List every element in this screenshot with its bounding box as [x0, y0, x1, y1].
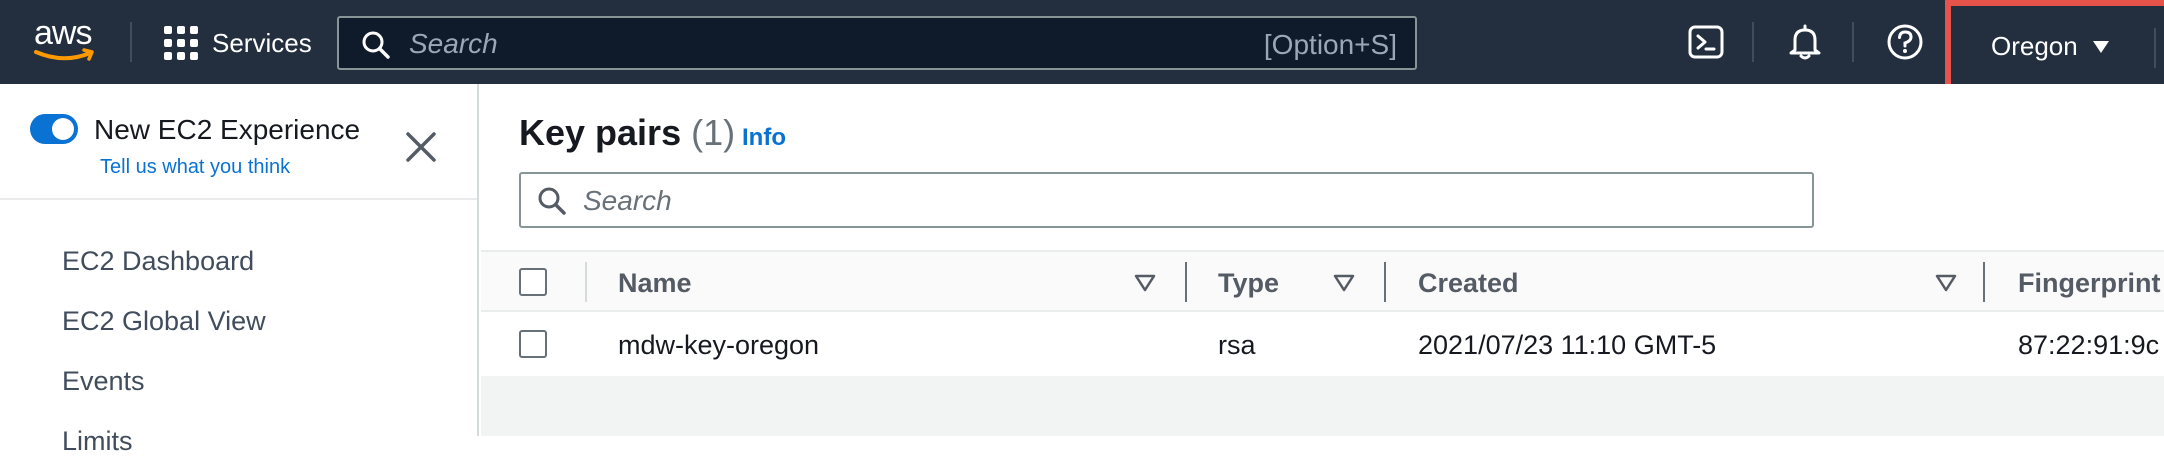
bell-icon[interactable] [1785, 22, 1825, 62]
cell-type: rsa [1218, 330, 1256, 360]
nav-divider [1852, 22, 1854, 62]
region-label: Oregon [1991, 31, 2078, 61]
item-count: (1) [691, 112, 736, 153]
key-pairs-filter-input[interactable] [583, 184, 1783, 218]
sort-down-icon[interactable] [1134, 274, 1156, 292]
sidebar-item-ec2-dashboard[interactable]: EC2 Dashboard [62, 246, 254, 277]
services-menu-button[interactable]: Services [164, 26, 312, 60]
page-title: Key pairs (1) [519, 112, 735, 154]
column-divider [1384, 262, 1386, 302]
global-search-input[interactable] [409, 26, 1229, 62]
services-label: Services [212, 27, 312, 58]
aws-logo[interactable]: aws [34, 16, 98, 66]
table-row[interactable]: mdw-key-oregon rsa 2021/07/23 11:10 GMT-… [481, 314, 2164, 376]
aws-smile-icon [34, 48, 94, 61]
sidebar-item-ec2-global-view[interactable]: EC2 Global View [62, 306, 266, 337]
caret-down-icon [2092, 40, 2109, 53]
select-all-checkbox[interactable] [519, 268, 547, 296]
close-icon[interactable] [404, 130, 438, 164]
column-header-name[interactable]: Name [618, 268, 692, 299]
global-search-box[interactable]: [Option+S] [337, 16, 1417, 70]
aws-logo-text: aws [34, 14, 92, 52]
nav-divider [130, 22, 132, 62]
column-divider [1185, 262, 1187, 302]
nav-divider [2154, 28, 2156, 68]
sort-down-icon[interactable] [1333, 274, 1355, 292]
key-pairs-filter-box[interactable] [519, 172, 1814, 228]
region-highlight-box: Oregon [1945, 0, 2164, 94]
top-navigation-bar: aws Services [Option+S] [0, 0, 2164, 94]
region-selector-button[interactable]: Oregon [1991, 31, 2110, 62]
cell-fingerprint: 87:22:91:9c [2018, 330, 2160, 360]
search-icon [362, 31, 390, 59]
search-icon [538, 187, 566, 215]
cell-created: 2021/07/23 11:10 GMT-5 [1418, 330, 1717, 360]
page-title-text: Key pairs [519, 112, 682, 153]
grid-icon [164, 26, 198, 60]
help-icon[interactable] [1885, 22, 1925, 62]
column-header-fingerprint[interactable]: Fingerprint [2018, 268, 2161, 299]
feedback-link[interactable]: Tell us what you think [100, 156, 290, 179]
nav-divider [1752, 22, 1754, 62]
sidebar-divider [0, 198, 477, 200]
new-experience-toggle[interactable] [30, 114, 78, 144]
key-pairs-panel: Key pairs(1) Info Name Type Created [481, 84, 2164, 376]
main-content: Key pairs(1) Info Name Type Created [481, 84, 2164, 436]
new-experience-label: New EC2 Experience [94, 114, 361, 145]
column-divider [585, 262, 587, 302]
table-header: Name Type Created Fingerprint [481, 250, 2164, 312]
row-checkbox[interactable] [519, 330, 547, 358]
cloudshell-icon[interactable] [1686, 22, 1726, 62]
column-header-created[interactable]: Created [1418, 268, 1519, 299]
search-shortcut-hint: [Option+S] [1263, 29, 1397, 60]
sort-down-icon[interactable] [1935, 274, 1957, 292]
sidebar: New EC2 Experience Tell us what you thin… [0, 84, 479, 456]
column-divider [1983, 262, 1985, 302]
info-link[interactable]: Info [742, 124, 786, 152]
column-header-type[interactable]: Type [1218, 268, 1279, 299]
sidebar-item-events[interactable]: Events [62, 366, 145, 397]
cell-name: mdw-key-oregon [618, 330, 820, 360]
sidebar-item-limits[interactable]: Limits [62, 426, 133, 457]
